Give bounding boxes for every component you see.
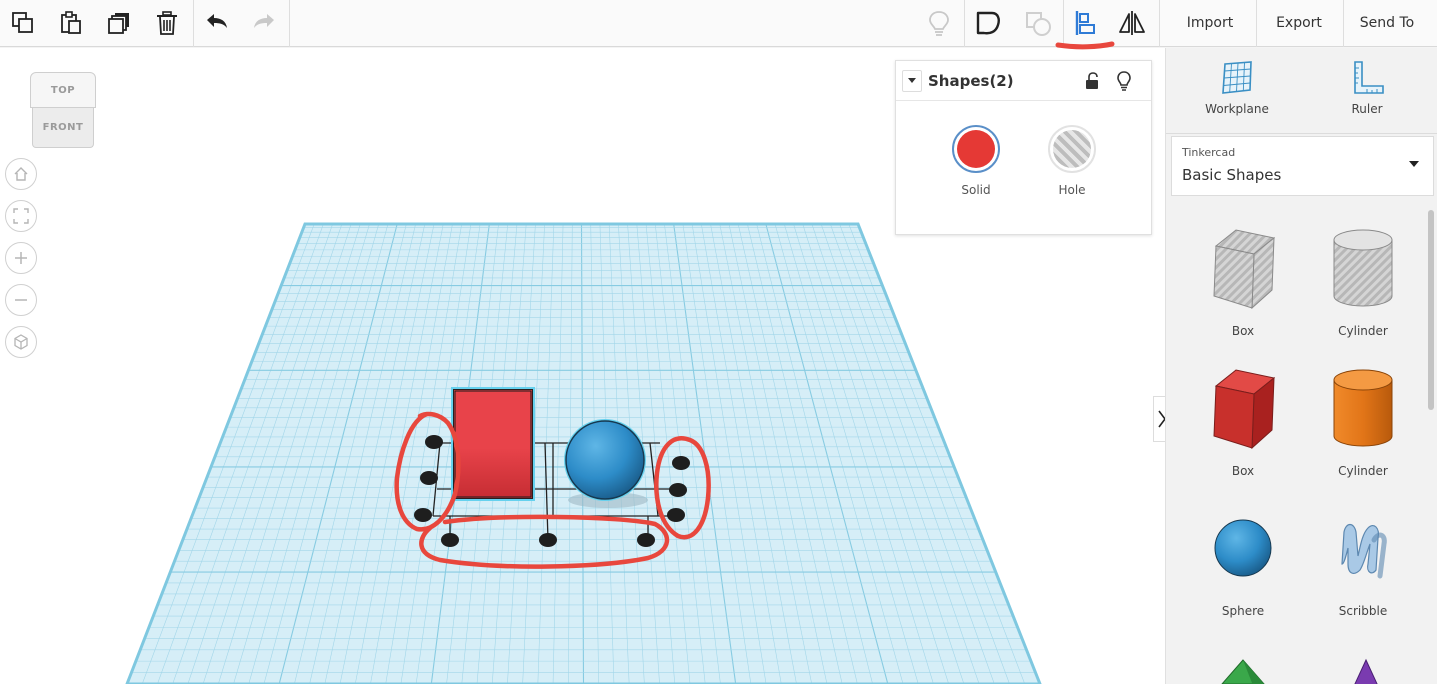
mirror-icon: [1119, 11, 1145, 35]
mirror-button[interactable]: [1115, 6, 1149, 40]
top-toolbar: Import Export Send To: [0, 0, 1437, 47]
align-button[interactable]: [1068, 6, 1102, 40]
shape-library-grid: Box Cylinder Box Cylinder Sphere Scribbl…: [1166, 206, 1424, 684]
workplane-tool[interactable]: Workplane: [1182, 60, 1292, 116]
ruler-icon: [1354, 61, 1384, 94]
undo-button[interactable]: [200, 6, 234, 40]
zoom-out-button[interactable]: [5, 284, 37, 316]
solid-label: Solid: [961, 183, 991, 197]
unlock-icon: [1086, 72, 1098, 89]
scribble-icon: [1341, 523, 1387, 579]
paste-icon: [61, 11, 81, 34]
send-to-button[interactable]: Send To: [1347, 8, 1427, 38]
hole-label: Hole: [1058, 183, 1086, 197]
shape-box-hole[interactable]: Box: [1188, 224, 1298, 344]
solid-swatch[interactable]: [952, 125, 1000, 173]
sphere-icon: [1214, 519, 1272, 577]
fit-view-icon: [13, 208, 29, 224]
undo-icon: [207, 14, 227, 28]
home-icon: [14, 167, 28, 181]
light-bulb-icon: [1117, 71, 1131, 91]
import-button[interactable]: Import: [1166, 8, 1254, 38]
ruler-label: Ruler: [1351, 102, 1383, 116]
library-scroll-thumb[interactable]: [1428, 210, 1434, 410]
cylinder-solid-icon: [1333, 369, 1393, 447]
shape-label: Sphere: [1221, 604, 1265, 618]
shape-inspector-header: Shapes(2): [896, 61, 1151, 101]
right-panel: Workplane Ruler Tinkercad Basic Shapes B…: [1165, 48, 1437, 684]
export-button[interactable]: Export: [1260, 8, 1338, 38]
duplicate-icon: [108, 13, 129, 34]
duplicate-button[interactable]: [102, 6, 136, 40]
shape-label: Box: [1231, 464, 1255, 478]
ortho-view-button[interactable]: [5, 326, 37, 358]
shape-cylinder-hole[interactable]: Cylinder: [1308, 224, 1418, 344]
view-cube-top[interactable]: TOP: [30, 72, 96, 108]
lock-button[interactable]: [1082, 71, 1102, 91]
workplane-label: Workplane: [1205, 102, 1269, 116]
redo-button[interactable]: [247, 6, 281, 40]
shape-inspector-title: Shapes(2): [928, 72, 1014, 90]
copy-button[interactable]: [6, 6, 40, 40]
shape-label: Cylinder: [1338, 324, 1388, 338]
workplane-icon: [1222, 61, 1252, 94]
shape-box-solid[interactable]: Box: [1188, 364, 1298, 484]
zoom-out-icon: [15, 299, 27, 301]
box-solid-icon: [1213, 369, 1276, 450]
align-icon: [1075, 11, 1095, 35]
zoom-in-icon: [15, 252, 27, 264]
hide-shape-button[interactable]: [1114, 71, 1134, 91]
shape-pyramid-partial[interactable]: [1218, 658, 1268, 684]
caret-down-icon: [1409, 161, 1419, 167]
view-cube-front[interactable]: FRONT: [32, 108, 94, 148]
cone-icon: [1354, 658, 1378, 684]
shape-cone-partial[interactable]: [1346, 658, 1386, 684]
light-bulb-icon: [929, 11, 949, 36]
delete-icon: [157, 11, 177, 35]
shape-label: Scribble: [1338, 604, 1388, 618]
shape-inspector-panel: Shapes(2) Solid Hole: [895, 60, 1152, 235]
cylinder-hole-icon: [1333, 229, 1393, 307]
caret-down-icon: [908, 78, 916, 83]
zoom-in-button[interactable]: [5, 242, 37, 274]
box-hole-icon: [1213, 229, 1276, 310]
collapse-inspector-toggle[interactable]: [902, 70, 922, 92]
redo-icon: [254, 14, 274, 28]
ruler-tool[interactable]: Ruler: [1312, 60, 1422, 116]
library-selected: Basic Shapes: [1182, 166, 1282, 184]
hole-option[interactable]: Hole: [1032, 125, 1112, 197]
home-view-button[interactable]: [5, 158, 37, 190]
shape-sphere[interactable]: Sphere: [1188, 504, 1298, 624]
ungroup-button[interactable]: [1021, 6, 1055, 40]
library-provider: Tinkercad: [1182, 146, 1236, 159]
ungroup-icon: [1026, 12, 1051, 36]
group-button[interactable]: [971, 6, 1005, 40]
ortho-view-icon: [14, 334, 28, 350]
shape-library-dropdown[interactable]: Tinkercad Basic Shapes: [1171, 136, 1434, 196]
group-icon: [976, 11, 1000, 35]
hole-swatch[interactable]: [1048, 125, 1096, 173]
show-hide-button[interactable]: [922, 6, 956, 40]
copy-icon: [12, 12, 33, 33]
view-cube[interactable]: TOP FRONT: [28, 72, 98, 152]
delete-button[interactable]: [150, 6, 184, 40]
shape-label: Cylinder: [1338, 464, 1388, 478]
shape-scribble[interactable]: Scribble: [1308, 504, 1418, 624]
shape-label: Box: [1231, 324, 1255, 338]
red-box-shape[interactable]: [451, 387, 535, 501]
solid-option[interactable]: Solid: [936, 125, 1016, 197]
paste-button[interactable]: [54, 6, 88, 40]
shape-cylinder-solid[interactable]: Cylinder: [1308, 364, 1418, 484]
align-underline-annotation: [1055, 41, 1115, 50]
fit-view-button[interactable]: [5, 200, 37, 232]
pyramid-icon: [1221, 659, 1265, 684]
